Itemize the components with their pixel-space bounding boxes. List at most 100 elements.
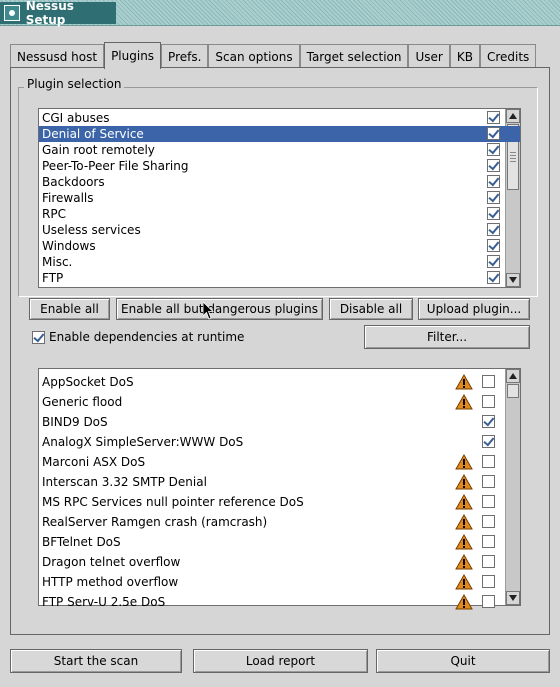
plugin-name: Generic flood	[42, 395, 123, 409]
plugin-row[interactable]: BIND9 DoS	[39, 413, 520, 431]
plugin-family-checkbox[interactable]	[487, 159, 500, 172]
tab-nessusd-host[interactable]: Nessusd host	[10, 44, 105, 68]
mouse-cursor-icon	[203, 302, 215, 320]
plugin-family-name: Gain root remotely	[42, 143, 155, 157]
plugin-enable-checkbox[interactable]	[482, 395, 495, 408]
tab-scan-options[interactable]: Scan options	[208, 44, 300, 68]
plugin-row[interactable]: Marconi ASX DoS	[39, 453, 520, 471]
plugin-family-checkbox[interactable]	[487, 271, 500, 284]
plugin-family-row[interactable]: CGI abuses	[39, 110, 520, 126]
tab-credits[interactable]: Credits	[479, 44, 537, 68]
tab-prefs[interactable]: Prefs.	[161, 44, 209, 68]
plugin-row[interactable]: FTP Serv-U 2.5e DoS	[39, 593, 520, 611]
plugin-row[interactable]: AppSocket DoS	[39, 373, 520, 391]
plugin-family-row[interactable]: Misc.	[39, 254, 520, 270]
tab-target-selection[interactable]: Target selection	[299, 44, 409, 68]
warning-icon	[455, 533, 473, 550]
disable-all-button[interactable]: Disable all	[329, 298, 413, 320]
plugin-family-row[interactable]: Backdoors	[39, 174, 520, 190]
warning-icon	[455, 373, 473, 390]
enable-all-button[interactable]: Enable all	[29, 298, 110, 320]
plugin-row[interactable]: AnalogX SimpleServer:WWW DoS	[39, 433, 520, 451]
plugin-family-checkbox[interactable]	[487, 255, 500, 268]
plugin-family-row[interactable]: Useless services	[39, 222, 520, 238]
tab-kb[interactable]: KB	[449, 44, 480, 68]
plugin-family-name: Backdoors	[42, 175, 105, 189]
title-bar[interactable]: Nessus Setup	[0, 0, 560, 27]
plugin-family-checkbox[interactable]	[487, 175, 500, 188]
plugin-family-name: Windows	[42, 239, 96, 253]
plugin-family-checkbox[interactable]	[487, 239, 500, 252]
window-menu-icon[interactable]	[4, 5, 20, 21]
plugin-family-row[interactable]: RPC	[39, 206, 520, 222]
plugin-name: HTTP method overflow	[42, 575, 179, 589]
plugin-family-row[interactable]: Windows	[39, 238, 520, 254]
plugin-row[interactable]: MS RPC Services null pointer reference D…	[39, 493, 520, 511]
window-title-area[interactable]: Nessus Setup	[0, 0, 116, 27]
upload-plugin-button[interactable]: Upload plugin...	[418, 298, 530, 320]
plugin-family-checkbox[interactable]	[487, 127, 500, 140]
tab-plugins[interactable]: Plugins	[104, 42, 162, 69]
plugin-enable-checkbox[interactable]	[482, 555, 495, 568]
plugin-name: Dragon telnet overflow	[42, 555, 181, 569]
plugin-name: Interscan 3.32 SMTP Denial	[42, 475, 207, 489]
warning-icon	[455, 513, 473, 530]
warning-icon	[455, 573, 473, 590]
plugin-family-name: Misc.	[42, 255, 73, 269]
plugin-family-row[interactable]: Denial of Service	[39, 126, 520, 142]
plugin-row[interactable]: Generic flood	[39, 393, 520, 411]
quit-button[interactable]: Quit	[376, 649, 550, 673]
plugin-family-name: CGI abuses	[42, 111, 110, 125]
plugin-enable-checkbox[interactable]	[482, 535, 495, 548]
plugin-enable-checkbox[interactable]	[482, 415, 495, 428]
plugin-family-checkbox[interactable]	[487, 207, 500, 220]
plugin-row[interactable]: Interscan 3.32 SMTP Denial	[39, 473, 520, 491]
plugin-name: BFTelnet DoS	[42, 535, 121, 549]
plugin-enable-checkbox[interactable]	[482, 575, 495, 588]
tab-user[interactable]: User	[408, 44, 450, 68]
plugin-enable-checkbox[interactable]	[482, 515, 495, 528]
plugin-enable-checkbox[interactable]	[482, 435, 495, 448]
plugin-name: AppSocket DoS	[42, 375, 134, 389]
plugin-family-name: Useless services	[42, 223, 141, 237]
warning-icon	[455, 593, 473, 610]
start-scan-button[interactable]: Start the scan	[10, 649, 182, 673]
enable-dependencies-checkbox[interactable]	[32, 331, 45, 344]
enable-all-but-dangerous-button[interactable]: Enable all but dangerous plugins	[116, 298, 323, 320]
plugin-enable-checkbox[interactable]	[482, 375, 495, 388]
plugin-family-name: Denial of Service	[42, 127, 144, 141]
plugin-name: Marconi ASX DoS	[42, 455, 146, 469]
enable-dependencies-label: Enable dependencies at runtime	[49, 330, 245, 344]
plugin-family-name: RPC	[42, 207, 66, 221]
plugin-row[interactable]: BFTelnet DoS	[39, 533, 520, 551]
plugin-family-name: Peer-To-Peer File Sharing	[42, 159, 189, 173]
plugin-selection-label: Plugin selection	[24, 77, 125, 91]
plugin-enable-checkbox[interactable]	[482, 475, 495, 488]
warning-icon	[455, 473, 473, 490]
plugin-row[interactable]: HTTP method overflow	[39, 573, 520, 591]
plugin-list[interactable]: AppSocket DoS Generic flood BIND9 DoS Analo…	[38, 368, 521, 610]
plugin-family-row[interactable]: Firewalls	[39, 190, 520, 206]
plugin-name: MS RPC Services null pointer reference D…	[42, 495, 304, 509]
plugin-enable-checkbox[interactable]	[482, 595, 495, 608]
plugin-name: FTP Serv-U 2.5e DoS	[42, 595, 166, 609]
plugin-family-name: FTP	[42, 271, 64, 285]
load-report-button[interactable]: Load report	[193, 649, 368, 673]
plugin-family-row[interactable]: Peer-To-Peer File Sharing	[39, 158, 520, 174]
plugin-family-row[interactable]: Gain root remotely	[39, 142, 520, 158]
plugin-family-row[interactable]: FTP	[39, 270, 520, 286]
plugin-enable-checkbox[interactable]	[482, 495, 495, 508]
plugin-family-list[interactable]: CGI abuses Denial of Service Gain root rem…	[38, 108, 521, 288]
plugin-family-checkbox[interactable]	[487, 223, 500, 236]
plugin-family-checkbox[interactable]	[487, 143, 500, 156]
plugin-row[interactable]: RealServer Ramgen crash (ramcrash)	[39, 513, 520, 531]
window-title: Nessus Setup	[25, 0, 74, 27]
plugin-family-name: Firewalls	[42, 191, 94, 205]
plugin-family-checkbox[interactable]	[487, 191, 500, 204]
plugin-family-checkbox[interactable]	[487, 111, 500, 124]
warning-icon	[455, 493, 473, 510]
filter-button[interactable]: Filter...	[364, 325, 530, 349]
warning-icon	[455, 553, 473, 570]
plugin-row[interactable]: Dragon telnet overflow	[39, 553, 520, 571]
plugin-enable-checkbox[interactable]	[482, 455, 495, 468]
